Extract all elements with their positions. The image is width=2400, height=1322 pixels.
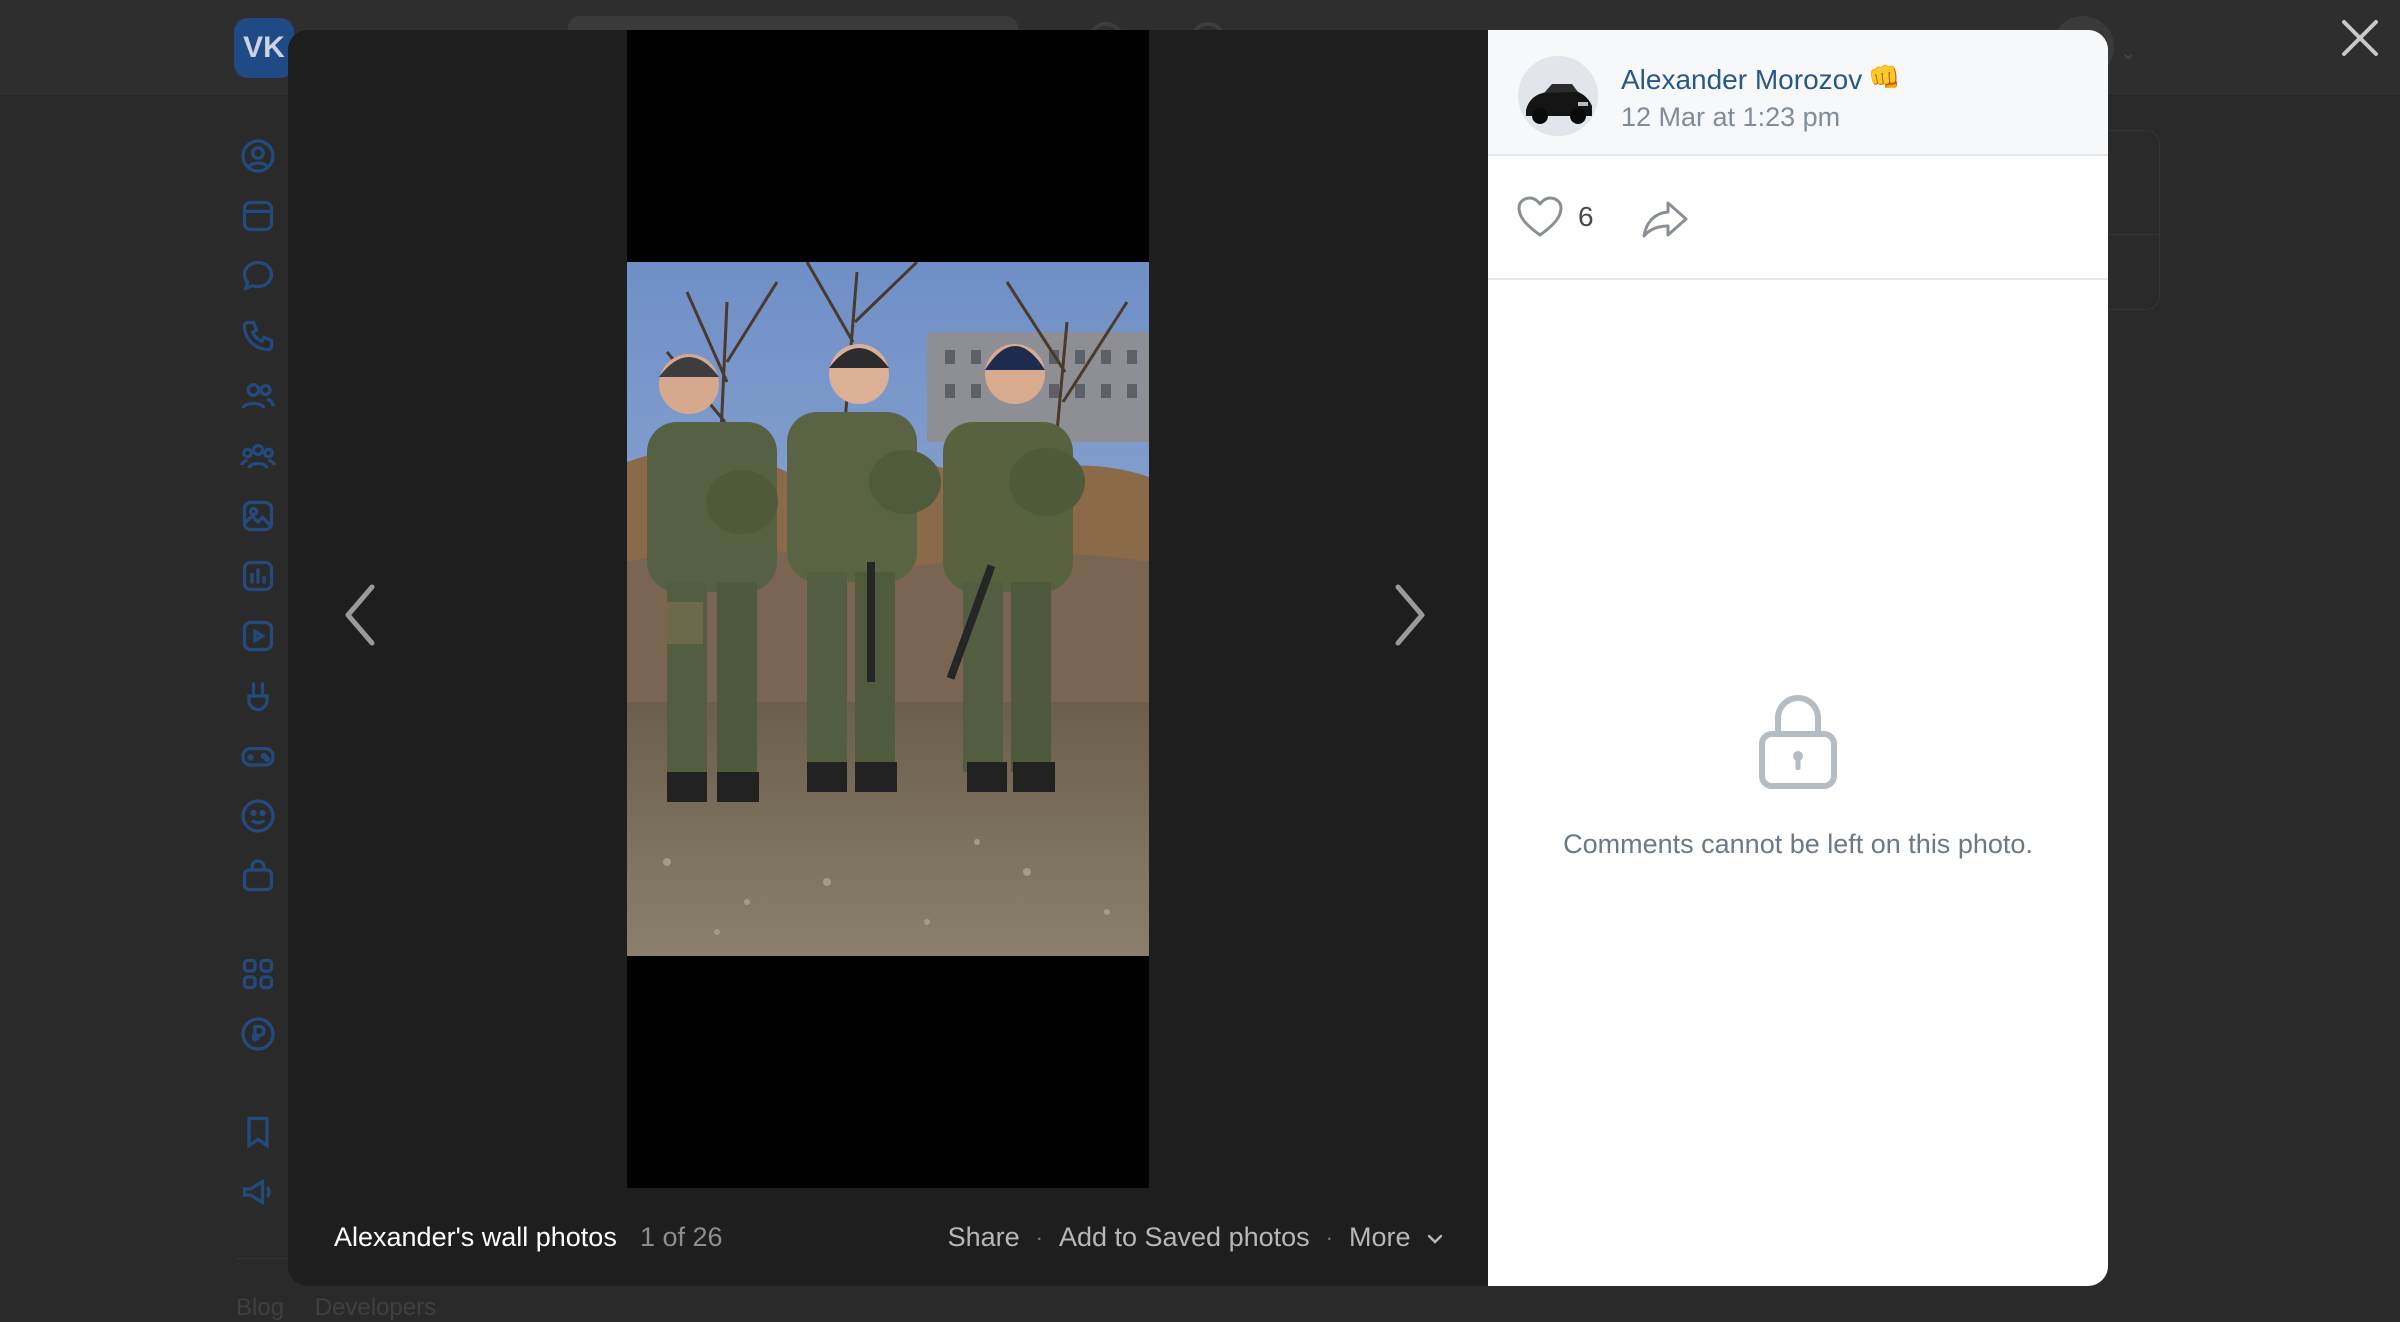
share-button[interactable] <box>1638 194 1692 244</box>
share-link[interactable]: Share <box>948 1222 1020 1253</box>
like-count: 6 <box>1578 201 1594 232</box>
services-icon <box>234 950 282 998</box>
photo-frame <box>627 30 1149 1188</box>
background-divider <box>236 1258 296 1259</box>
music-sidebar-icon <box>234 552 282 600</box>
photo-counter: 1 of 26 <box>640 1222 723 1252</box>
viewer-footer: Alexander's wall photos 1 of 26 Share · … <box>288 1210 1488 1270</box>
video-icon <box>234 612 282 660</box>
photo-viewer-modal: Alexander's wall photos 1 of 26 Share · … <box>288 30 2108 1286</box>
bookmarks-icon <box>234 1108 282 1156</box>
separator-dot: · <box>1325 1224 1333 1250</box>
comments-locked-text: Comments cannot be left on this photo. <box>1563 829 2033 859</box>
calls-icon <box>234 312 282 360</box>
photo-info-panel: Alexander Morozov 👊 12 Mar at 1:23 pm 6 <box>1488 30 2108 1286</box>
album-title-link[interactable]: Alexander's wall photos <box>334 1222 617 1253</box>
vk-logo: VK <box>234 18 294 78</box>
add-to-saved-link[interactable]: Add to Saved photos <box>1059 1222 1310 1253</box>
viewer-actions: Share · Add to Saved photos · More <box>948 1222 1444 1253</box>
news-icon <box>234 192 282 240</box>
like-button[interactable]: 6 <box>1516 192 1594 242</box>
photo-image[interactable] <box>627 262 1149 956</box>
background-footer: Blog Developers <box>236 1294 460 1322</box>
soldiers-photo <box>627 262 1149 956</box>
reactions-bar: 6 <box>1488 156 2108 280</box>
close-button[interactable] <box>2336 14 2384 62</box>
photos-icon <box>234 492 282 540</box>
profile-icon <box>234 132 282 180</box>
stickers-icon <box>234 792 282 840</box>
author-name-link[interactable]: Alexander Morozov <box>1621 64 1862 96</box>
communities-icon <box>234 432 282 480</box>
footer-link-blog: Blog <box>236 1294 285 1321</box>
chevron-right-icon <box>1395 584 1425 646</box>
comments-locked-notice: Comments cannot be left on this photo. <box>1488 690 2108 860</box>
footer-link-developers: Developers <box>314 1294 437 1321</box>
clips-icon <box>234 672 282 720</box>
more-menu-button[interactable]: More <box>1349 1222 1444 1253</box>
background-widget-divider <box>2100 234 2160 235</box>
heart-icon <box>1517 196 1563 237</box>
chevron-left-icon <box>345 584 375 646</box>
games-icon <box>234 732 282 780</box>
share-arrow-icon <box>1642 201 1688 238</box>
author-header: Alexander Morozov 👊 12 Mar at 1:23 pm <box>1488 30 2108 156</box>
chevron-down-icon <box>1427 1234 1443 1244</box>
payments-icon <box>234 1010 282 1058</box>
separator-dot: · <box>1035 1224 1043 1250</box>
post-date[interactable]: 12 Mar at 1:23 pm <box>1621 102 1840 133</box>
messages-icon <box>234 252 282 300</box>
photo-stage: Alexander's wall photos 1 of 26 Share · … <box>288 30 1488 1286</box>
car-avatar-image <box>1518 56 1598 136</box>
close-icon <box>2342 20 2378 56</box>
background-widget <box>2100 130 2160 310</box>
next-photo-button[interactable] <box>1380 570 1440 660</box>
author-avatar[interactable] <box>1518 56 1598 136</box>
more-label: More <box>1348 1222 1411 1252</box>
friends-icon <box>234 372 282 420</box>
lock-icon <box>1759 695 1837 789</box>
ads-icon <box>234 1168 282 1216</box>
chevron-down-icon: ⌄ <box>2120 42 2137 64</box>
previous-photo-button[interactable] <box>330 570 390 660</box>
market-icon <box>234 852 282 900</box>
fist-emoji-icon: 👊 <box>1868 62 1901 92</box>
